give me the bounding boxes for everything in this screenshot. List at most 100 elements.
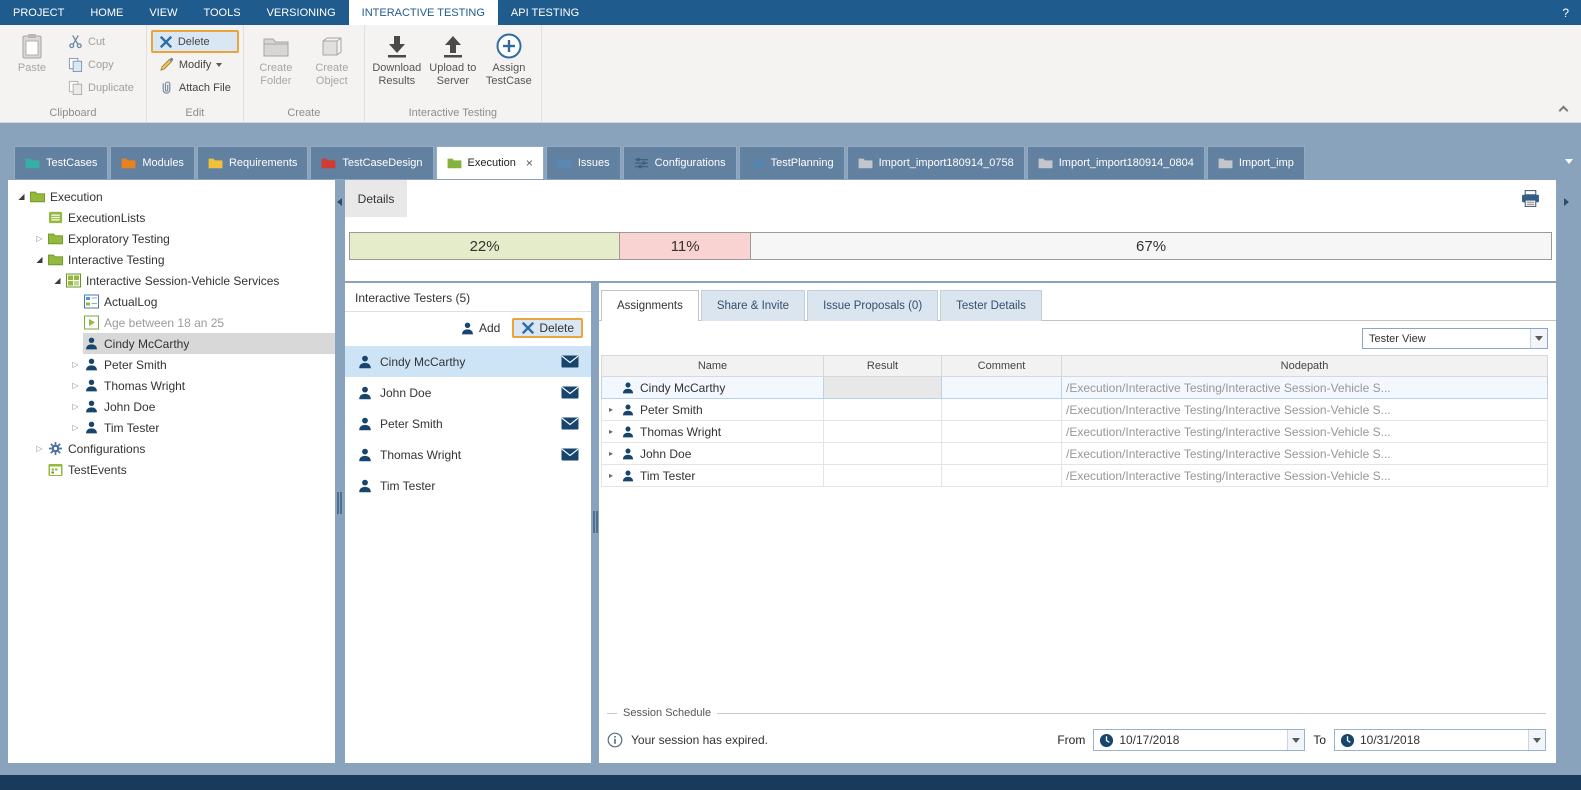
tree-item-cindy-mccarthy[interactable]: Cindy McCarthy — [8, 333, 335, 354]
tab-import-0758[interactable]: Import_import180914_0758 — [847, 146, 1025, 179]
paste-button[interactable]: Paste — [4, 27, 60, 77]
column-header-result[interactable]: Result — [824, 356, 942, 377]
result-cell[interactable] — [824, 443, 942, 465]
tab-issue-proposals[interactable]: Issue Proposals (0) — [807, 290, 938, 321]
mail-icon[interactable] — [561, 417, 579, 430]
tab-execution[interactable]: Execution × — [436, 146, 544, 179]
testers-splitter[interactable] — [593, 511, 598, 533]
mail-icon[interactable] — [561, 448, 579, 461]
result-cell[interactable] — [824, 377, 942, 399]
tab-assignments[interactable]: Assignments — [601, 290, 699, 321]
help-button[interactable]: ? — [1550, 0, 1581, 25]
assignment-row[interactable]: ▸Peter Smith /Execution/Interactive Test… — [602, 399, 1548, 421]
tree-item-john-doe[interactable]: ▷ John Doe — [8, 396, 335, 417]
tester-list-item[interactable]: Tim Tester — [345, 470, 591, 501]
tree-item-peter-smith[interactable]: ▷ Peter Smith — [8, 354, 335, 375]
tree-item-configurations[interactable]: ▷ Configurations — [8, 438, 335, 459]
tree-splitter[interactable] — [337, 492, 342, 514]
tester-list-item[interactable]: Cindy McCarthy — [345, 346, 591, 377]
menu-tools[interactable]: TOOLS — [190, 0, 253, 25]
date-dropdown-button[interactable] — [1528, 730, 1545, 750]
create-folder-button[interactable]: Create Folder — [248, 27, 304, 89]
tab-modules[interactable]: Modules — [110, 146, 195, 179]
tree-item-thomas-wright[interactable]: ▷ Thomas Wright — [8, 375, 335, 396]
tree-item-tim-tester[interactable]: ▷ Tim Tester — [8, 417, 335, 438]
comment-cell[interactable] — [942, 421, 1062, 443]
collapse-tree-button[interactable] — [337, 198, 342, 206]
assignment-row[interactable]: ▸Tim Tester /Execution/Interactive Testi… — [602, 465, 1548, 487]
collapse-right-button[interactable] — [1564, 198, 1569, 206]
column-header-nodepath[interactable]: Nodepath — [1062, 356, 1548, 377]
tab-import-truncated[interactable]: Import_imp — [1207, 146, 1305, 179]
tree-item-execution[interactable]: ◢ Execution — [8, 186, 335, 207]
menu-home[interactable]: HOME — [77, 0, 136, 25]
tab-tester-details[interactable]: Tester Details — [940, 290, 1042, 321]
menu-versioning[interactable]: VERSIONING — [254, 0, 349, 25]
collapse-icon[interactable]: ▷ — [68, 403, 83, 411]
tab-testcasedesign[interactable]: TestCaseDesign — [310, 146, 433, 179]
tab-issues[interactable]: Issues — [546, 146, 621, 179]
tree-item-executionlists[interactable]: ExecutionLists — [8, 207, 335, 228]
upload-to-server-button[interactable]: Upload to Server — [425, 27, 481, 89]
cut-button[interactable]: Cut — [60, 30, 142, 53]
assignment-row[interactable]: Cindy McCarthy /Execution/Interactive Te… — [602, 377, 1548, 399]
date-dropdown-button[interactable] — [1287, 730, 1304, 750]
copy-button[interactable]: Copy — [60, 53, 142, 76]
mail-icon[interactable] — [561, 355, 579, 368]
tab-import-0804[interactable]: Import_import180914_0804 — [1027, 146, 1205, 179]
tab-details[interactable]: Details — [345, 180, 407, 217]
menu-view[interactable]: VIEW — [136, 0, 190, 25]
comment-cell[interactable] — [942, 377, 1062, 399]
row-expand-icon[interactable]: ▸ — [606, 472, 616, 480]
tester-list-item[interactable]: John Doe — [345, 377, 591, 408]
delete-tester-button[interactable]: Delete — [512, 318, 583, 338]
assignment-row[interactable]: ▸John Doe /Execution/Interactive Testing… — [602, 443, 1548, 465]
result-cell[interactable] — [824, 465, 942, 487]
tester-list-item[interactable]: Thomas Wright — [345, 439, 591, 470]
collapse-icon[interactable]: ▷ — [32, 235, 47, 243]
mail-icon[interactable] — [561, 386, 579, 399]
delete-button[interactable]: Delete — [151, 30, 239, 53]
select-dropdown-button[interactable] — [1530, 329, 1547, 348]
tab-overflow-button[interactable] — [1565, 153, 1573, 167]
tree-item-interactive-testing[interactable]: ◢ Interactive Testing — [8, 249, 335, 270]
tree-item-actuallog[interactable]: ActualLog — [8, 291, 335, 312]
assign-testcase-button[interactable]: Assign TestCase — [481, 27, 537, 89]
column-header-name[interactable]: Name — [602, 356, 824, 377]
modify-dropdown-icon[interactable] — [216, 63, 222, 67]
duplicate-button[interactable]: Duplicate — [60, 76, 142, 99]
collapse-icon[interactable]: ▷ — [68, 382, 83, 390]
menu-interactive-testing[interactable]: INTERACTIVE TESTING — [349, 0, 498, 25]
tab-testplanning[interactable]: TestPlanning — [739, 146, 845, 179]
close-icon[interactable]: × — [526, 157, 533, 169]
tester-view-select[interactable]: Tester View — [1362, 328, 1548, 349]
collapse-icon[interactable]: ▷ — [32, 445, 47, 453]
collapse-icon[interactable]: ▷ — [68, 424, 83, 432]
tab-share-invite[interactable]: Share & Invite — [701, 290, 805, 321]
collapse-icon[interactable]: ▷ — [68, 361, 83, 369]
menu-api-testing[interactable]: API TESTING — [498, 0, 592, 25]
assignment-row[interactable]: ▸Thomas Wright /Execution/Interactive Te… — [602, 421, 1548, 443]
attach-file-button[interactable]: Attach File — [151, 76, 239, 99]
ribbon-collapse-button[interactable] — [1559, 106, 1569, 116]
comment-cell[interactable] — [942, 443, 1062, 465]
tab-requirements[interactable]: Requirements — [197, 146, 308, 179]
tree-item-interactive-session[interactable]: ◢ Interactive Session-Vehicle Services — [8, 270, 335, 291]
expand-icon[interactable]: ◢ — [50, 277, 65, 285]
comment-cell[interactable] — [942, 465, 1062, 487]
result-cell[interactable] — [824, 421, 942, 443]
modify-button[interactable]: Modify — [151, 53, 239, 76]
tab-testcases[interactable]: TestCases — [14, 146, 108, 179]
comment-cell[interactable] — [942, 399, 1062, 421]
tree-item-age-between[interactable]: Age between 18 an 25 — [8, 312, 335, 333]
tree-item-testevents[interactable]: TestEvents — [8, 459, 335, 480]
from-date-picker[interactable]: 10/17/2018 — [1093, 729, 1305, 751]
expand-icon[interactable]: ◢ — [32, 256, 47, 264]
download-results-button[interactable]: Download Results — [369, 27, 425, 89]
expand-icon[interactable]: ◢ — [14, 193, 29, 201]
create-object-button[interactable]: Create Object — [304, 27, 360, 89]
result-cell[interactable] — [824, 399, 942, 421]
print-button[interactable] — [1521, 180, 1540, 217]
to-date-picker[interactable]: 10/31/2018 — [1334, 729, 1546, 751]
tree-item-exploratory-testing[interactable]: ▷ Exploratory Testing — [8, 228, 335, 249]
